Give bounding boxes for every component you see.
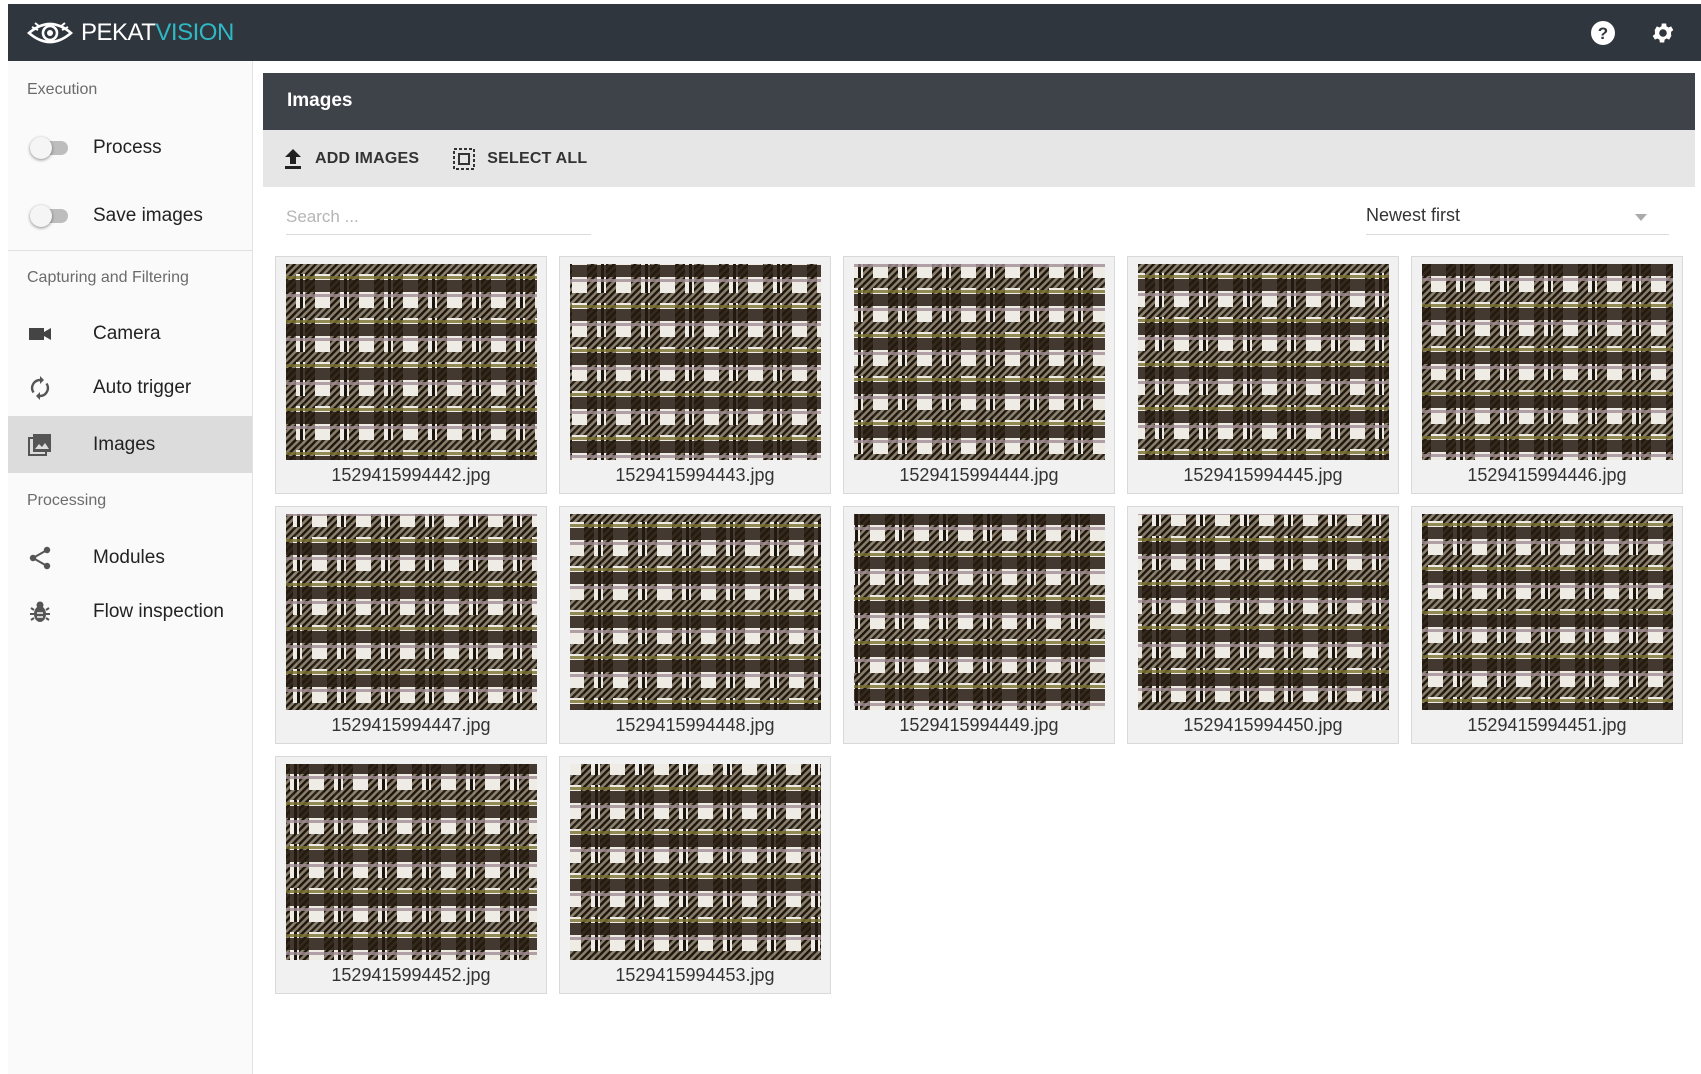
image-filename: 1529415994448.jpg bbox=[615, 715, 775, 735]
image-thumbnail bbox=[854, 264, 1105, 460]
process-toggle[interactable] bbox=[30, 136, 72, 160]
brand-name: PEKATVISION bbox=[81, 19, 234, 47]
sidebar-item-label: Auto trigger bbox=[93, 376, 192, 398]
image-filename: 1529415994450.jpg bbox=[1183, 715, 1343, 735]
image-tile[interactable]: 1529415994445.jpg bbox=[1127, 256, 1399, 494]
image-grid: 1529415994442.jpg 1529415994443.jpg 152941… bbox=[275, 256, 1683, 994]
image-thumbnail bbox=[286, 764, 537, 960]
image-thumbnail bbox=[1422, 514, 1673, 710]
sidebar-item-modules[interactable]: Modules bbox=[8, 529, 252, 586]
image-thumbnail bbox=[570, 264, 821, 460]
image-thumbnail bbox=[286, 514, 537, 710]
gear-icon[interactable] bbox=[1649, 19, 1677, 47]
chevron-down-icon bbox=[1635, 214, 1647, 221]
image-filename: 1529415994453.jpg bbox=[615, 965, 775, 985]
upload-icon bbox=[285, 148, 301, 169]
brand-part-pekat: PEKAT bbox=[81, 18, 156, 46]
sidebar: Execution Process Save images Capturing … bbox=[8, 61, 253, 1074]
image-tile[interactable]: 1529415994448.jpg bbox=[559, 506, 831, 744]
share-icon bbox=[27, 545, 53, 571]
sync-icon bbox=[27, 375, 53, 401]
image-tile[interactable]: 1529415994452.jpg bbox=[275, 756, 547, 994]
image-thumbnail bbox=[1138, 264, 1389, 460]
image-thumbnail bbox=[1422, 264, 1673, 460]
section-capturing: Capturing and Filtering bbox=[27, 269, 189, 286]
svg-text:?: ? bbox=[1598, 24, 1608, 43]
add-images-button[interactable]: ADD IMAGES bbox=[283, 148, 419, 170]
sidebar-item-label: Save images bbox=[93, 204, 203, 226]
image-thumbnail bbox=[570, 514, 821, 710]
image-tile[interactable]: 1529415994451.jpg bbox=[1411, 506, 1683, 744]
image-filename: 1529415994449.jpg bbox=[899, 715, 1059, 735]
section-execution: Execution bbox=[27, 81, 98, 98]
search-input[interactable] bbox=[286, 200, 591, 235]
save-images-toggle[interactable] bbox=[30, 204, 72, 228]
sidebar-item-label: Flow inspection bbox=[93, 600, 224, 622]
image-tile[interactable]: 1529415994446.jpg bbox=[1411, 256, 1683, 494]
image-thumbnail bbox=[854, 514, 1105, 710]
image-tile[interactable]: 1529415994444.jpg bbox=[843, 256, 1115, 494]
select-all-icon bbox=[453, 147, 476, 170]
sidebar-item-save-images[interactable]: Save images bbox=[8, 187, 252, 244]
eye-logo-icon bbox=[27, 21, 73, 43]
app-logo: PEKATVISION bbox=[27, 19, 234, 47]
image-tile[interactable]: 1529415994447.jpg bbox=[275, 506, 547, 744]
sidebar-item-label: Process bbox=[93, 136, 162, 158]
sort-select[interactable]: Newest first bbox=[1366, 200, 1669, 235]
image-filename: 1529415994451.jpg bbox=[1467, 715, 1627, 735]
app-header: PEKATVISION ? bbox=[8, 4, 1701, 61]
image-tile[interactable]: 1529415994449.jpg bbox=[843, 506, 1115, 744]
image-filename: 1529415994445.jpg bbox=[1183, 465, 1343, 485]
add-images-label: ADD IMAGES bbox=[315, 149, 420, 167]
section-processing: Processing bbox=[27, 492, 107, 509]
page-title: Images bbox=[287, 90, 353, 111]
image-tile[interactable]: 1529415994450.jpg bbox=[1127, 506, 1399, 744]
image-tile[interactable]: 1529415994442.jpg bbox=[275, 256, 547, 494]
sidebar-item-label: Images bbox=[93, 433, 156, 455]
image-tile[interactable]: 1529415994443.jpg bbox=[559, 256, 831, 494]
help-icon[interactable]: ? bbox=[1589, 19, 1617, 47]
sidebar-item-auto-trigger[interactable]: Auto trigger bbox=[8, 359, 252, 416]
image-filename: 1529415994442.jpg bbox=[331, 465, 491, 485]
image-filename: 1529415994452.jpg bbox=[331, 965, 491, 985]
images-toolbar: ADD IMAGES SELECT ALL bbox=[263, 130, 1695, 187]
image-tile[interactable]: 1529415994453.jpg bbox=[559, 756, 831, 994]
sort-value: Newest first bbox=[1366, 205, 1461, 225]
sidebar-item-label: Camera bbox=[93, 322, 161, 344]
sidebar-item-process[interactable]: Process bbox=[8, 119, 252, 176]
images-icon bbox=[27, 432, 53, 458]
image-filename: 1529415994443.jpg bbox=[615, 465, 775, 485]
sidebar-item-flow-inspection[interactable]: Flow inspection bbox=[8, 583, 252, 640]
sidebar-item-images[interactable]: Images bbox=[8, 416, 252, 473]
brand-part-vision: VISION bbox=[155, 18, 234, 46]
sidebar-item-camera[interactable]: Camera bbox=[8, 305, 252, 362]
image-filename: 1529415994444.jpg bbox=[899, 465, 1059, 485]
bug-icon bbox=[27, 599, 53, 625]
select-all-button[interactable]: SELECT ALL bbox=[453, 147, 588, 170]
select-all-label: SELECT ALL bbox=[487, 149, 588, 167]
image-thumbnail bbox=[570, 764, 821, 960]
image-filename: 1529415994447.jpg bbox=[331, 715, 491, 735]
sidebar-item-label: Modules bbox=[93, 546, 165, 568]
image-filename: 1529415994446.jpg bbox=[1467, 465, 1627, 485]
panel-header: Images bbox=[263, 73, 1695, 130]
image-thumbnail bbox=[286, 264, 537, 460]
camera-icon bbox=[27, 321, 53, 347]
image-thumbnail bbox=[1138, 514, 1389, 710]
